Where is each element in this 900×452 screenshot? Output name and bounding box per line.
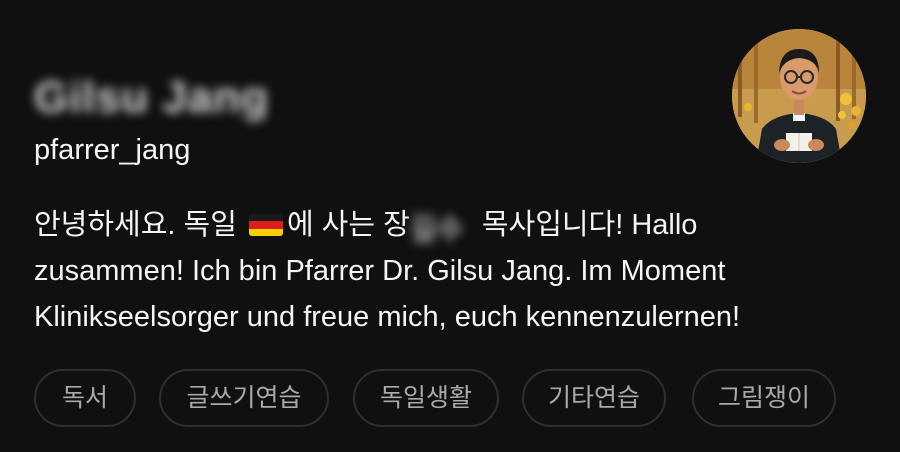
germany-flag-icon — [248, 214, 283, 236]
bio-text: 안녕하세요. 독일 — [34, 209, 245, 241]
username[interactable]: pfarrer_jang — [34, 132, 190, 168]
bio-line-2: zusammen! Ich bin Pfarrer Dr. Gilsu Jang… — [34, 255, 726, 287]
display-name: Gilsu Jang — [34, 73, 269, 122]
tag-writing-practice[interactable]: 글쓰기연습 — [159, 369, 329, 427]
bio-line-3: Klinikseelsorger und freue mich, euch ke… — [34, 301, 741, 333]
bio-text: 목사입니다! Hallo — [473, 209, 698, 241]
redacted-name: 길수 — [409, 214, 464, 246]
bio-text: 에 사는 장 — [286, 209, 410, 241]
avatar[interactable] — [732, 29, 866, 163]
avatar-illustration-icon — [732, 29, 866, 163]
tag-guitar-practice[interactable]: 기타연습 — [522, 369, 666, 427]
bio: 안녕하세요. 독일 에 사는 장길수 목사입니다! Hallo zusammen… — [34, 202, 854, 340]
profile-header: Gilsu Jang pfarrer_jang 안녕하세요. 독일 에 사는 장… — [0, 0, 900, 452]
tag-life-in-germany[interactable]: 독일생활 — [353, 369, 499, 427]
tag-reading[interactable]: 독서 — [34, 369, 136, 427]
tag-drawing[interactable]: 그림쟁이 — [692, 369, 836, 427]
bio-line-1: 안녕하세요. 독일 에 사는 장길수 목사입니다! Hallo — [34, 202, 854, 248]
